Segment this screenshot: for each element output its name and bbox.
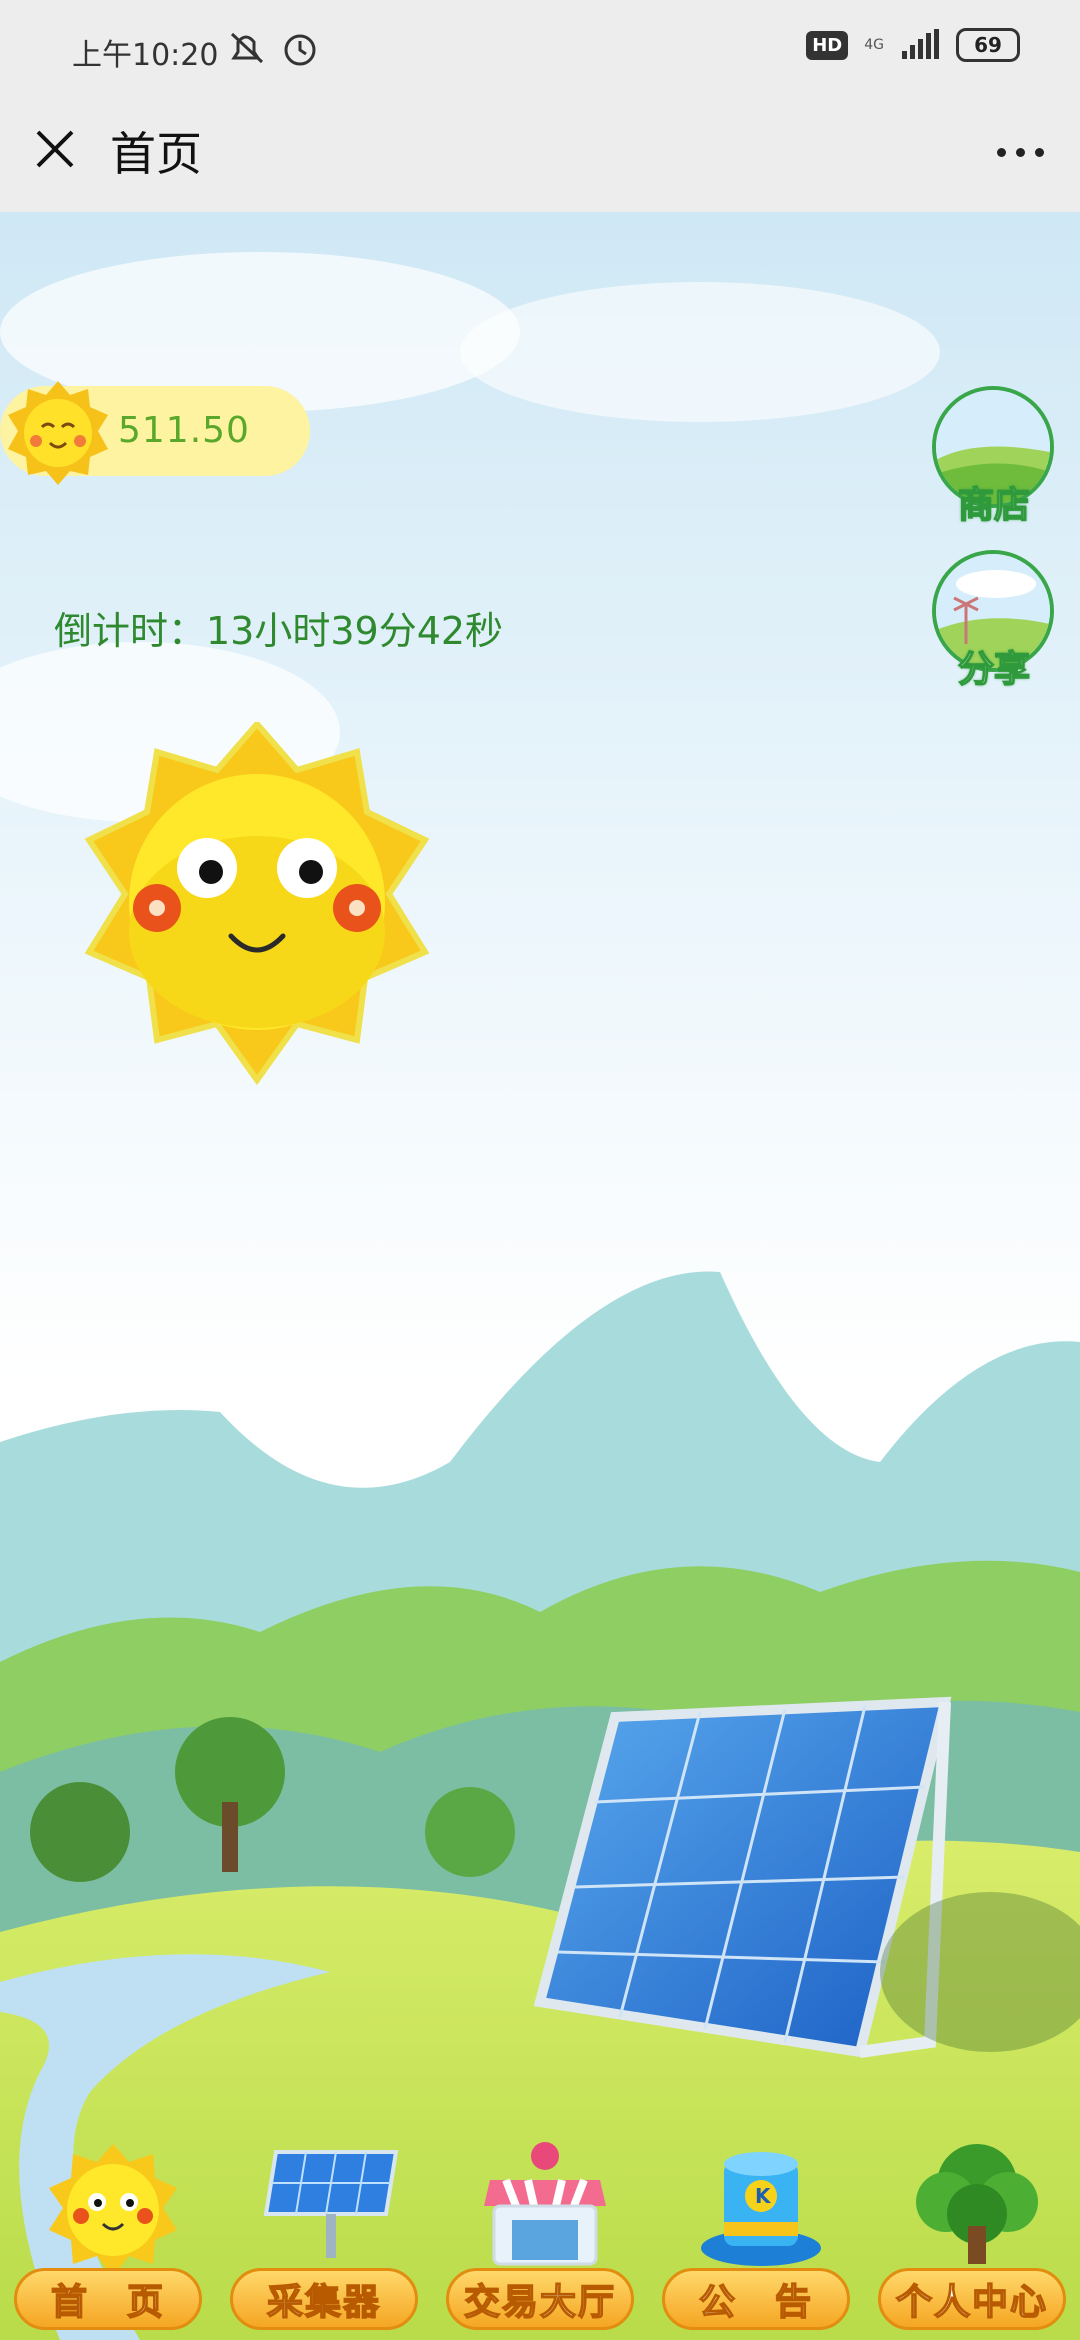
- bottom-tab-bar: 首 页 采集器 交易大厅 K 公 告 个人中心: [0, 2140, 1080, 2340]
- tab-trading-hall[interactable]: 交易大厅: [446, 2130, 634, 2330]
- small-sun-icon: [8, 381, 108, 485]
- more-button[interactable]: [997, 148, 1044, 157]
- page-title: 首页: [110, 127, 202, 181]
- solar-panel-icon: [263, 2150, 399, 2258]
- countdown-text: 倒计时：13小时39分42秒: [54, 609, 504, 653]
- tab-collector[interactable]: 采集器: [230, 2130, 418, 2330]
- tab-profile[interactable]: 个人中心: [878, 2130, 1066, 2330]
- close-icon: [36, 130, 74, 168]
- network-type: 4G: [864, 37, 884, 53]
- tab-announcement[interactable]: K 公 告: [662, 2130, 850, 2330]
- status-icons-left: [228, 28, 318, 72]
- tab-trading-hall-label: 交易大厅: [446, 2268, 634, 2330]
- shop-label: 商店: [957, 484, 1031, 527]
- hd-badge: HD: [806, 30, 849, 60]
- status-bar: 上午10:20 HD 4G 69: [0, 0, 1080, 100]
- landscape-illustration: [0, 212, 1080, 2340]
- scene-background: [0, 212, 1080, 2340]
- tab-home-label: 首 页: [14, 2268, 202, 2330]
- more-icon: [997, 148, 1006, 157]
- tab-home[interactable]: 首 页: [14, 2130, 202, 2330]
- battery-indicator: 69: [956, 28, 1020, 62]
- big-sun-icon[interactable]: [62, 722, 452, 1092]
- nav-bar: 首页: [0, 100, 1080, 212]
- balance-value: 511.50: [118, 410, 250, 451]
- hat-icon: K: [701, 2152, 821, 2266]
- status-time: 上午10:20: [72, 38, 219, 73]
- svg-text:K: K: [755, 2184, 772, 2208]
- share-label: 分享: [957, 648, 1031, 691]
- store-icon: [484, 2142, 606, 2266]
- tab-collector-label: 采集器: [230, 2268, 418, 2330]
- tree-icon: [916, 2144, 1038, 2264]
- sun-icon: [49, 2144, 177, 2276]
- tab-announcement-label: 公 告: [662, 2268, 850, 2330]
- mute-alarm-icons: [230, 32, 316, 66]
- tab-profile-label: 个人中心: [878, 2268, 1066, 2330]
- status-icons-right: HD 4G 69: [806, 28, 1020, 62]
- signal-icon: [902, 29, 939, 59]
- close-button[interactable]: [30, 124, 80, 178]
